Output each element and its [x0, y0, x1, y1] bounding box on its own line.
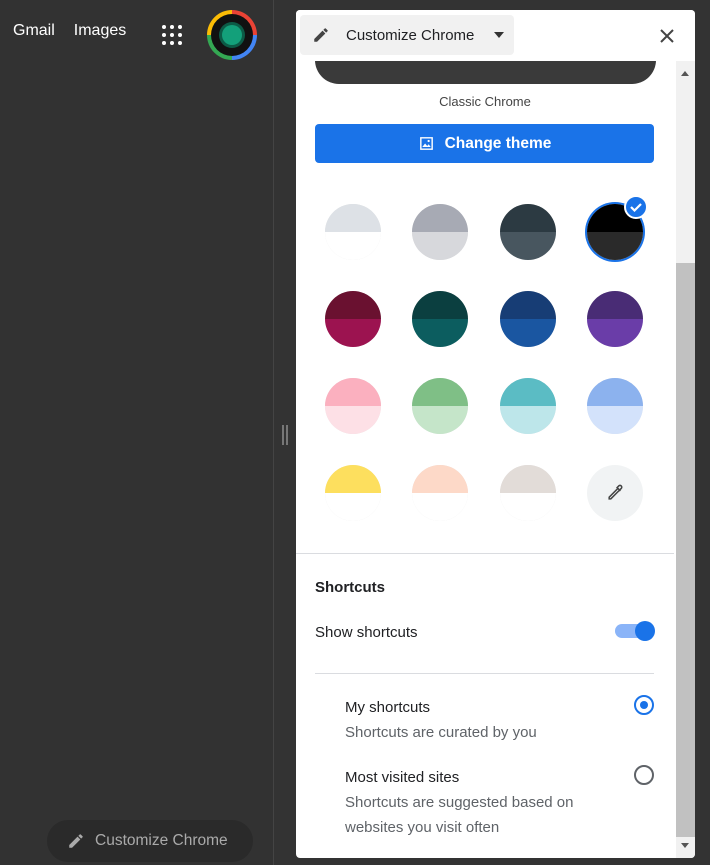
most-visited-radio[interactable]: [634, 765, 654, 785]
panel-divider: [273, 0, 274, 865]
change-theme-label: Change theme: [444, 134, 552, 152]
color-swatch[interactable]: [325, 291, 381, 347]
color-swatch[interactable]: [500, 378, 556, 434]
color-swatch[interactable]: [587, 291, 643, 347]
chevron-down-icon: [494, 32, 504, 38]
theme-image-icon: [419, 137, 433, 150]
show-shortcuts-toggle[interactable]: [615, 621, 655, 641]
color-swatch[interactable]: [325, 204, 381, 260]
shortcuts-heading: Shortcuts: [315, 579, 386, 596]
top-nav: Gmail Images: [13, 22, 145, 40]
eyedropper-icon: [608, 484, 623, 500]
customize-chrome-button[interactable]: Customize Chrome: [47, 820, 253, 862]
most-visited-title: Most visited sites: [345, 769, 460, 786]
color-swatch[interactable]: [500, 204, 556, 260]
color-swatch[interactable]: [500, 465, 556, 521]
my-shortcuts-title: My shortcuts: [345, 699, 431, 716]
color-swatch[interactable]: [412, 204, 468, 260]
scroll-thumb[interactable]: [676, 263, 695, 837]
scroll-up-arrow-icon[interactable]: [681, 71, 689, 76]
pencil-icon: [69, 834, 83, 848]
checkmark-icon: [624, 195, 648, 219]
my-shortcuts-desc: Shortcuts are curated by you: [345, 724, 537, 741]
my-shortcuts-radio[interactable]: [634, 695, 654, 715]
color-swatch[interactable]: [325, 378, 381, 434]
panel-select-dropdown[interactable]: Customize Chrome: [300, 15, 514, 55]
account-avatar[interactable]: [207, 10, 257, 60]
scroll-down-arrow-icon[interactable]: [681, 843, 689, 848]
most-visited-desc: Shortcuts are suggested based on website…: [345, 794, 574, 836]
classic-chrome-label: Classic Chrome: [439, 94, 531, 109]
change-theme-button[interactable]: Change theme: [315, 124, 654, 163]
color-swatch[interactable]: [412, 291, 468, 347]
color-swatch[interactable]: [412, 465, 468, 521]
pencil-icon: [314, 28, 328, 42]
color-swatch[interactable]: [325, 465, 381, 521]
new-tab-page: Gmail Images Customize Chrome: [0, 0, 274, 865]
customize-chrome-label: Customize Chrome: [95, 832, 228, 849]
color-swatch[interactable]: [500, 291, 556, 347]
custom-color-picker[interactable]: [587, 465, 643, 521]
resize-handle-icon[interactable]: [282, 425, 288, 445]
color-swatch[interactable]: [412, 378, 468, 434]
images-link[interactable]: Images: [74, 22, 126, 40]
dropdown-label: Customize Chrome: [346, 26, 475, 44]
panel-scrollbar[interactable]: [676, 61, 695, 858]
close-icon[interactable]: [657, 26, 677, 46]
color-swatch[interactable]: [587, 378, 643, 434]
shortcuts-divider: [315, 673, 654, 674]
panel-header: Customize Chrome: [296, 10, 695, 61]
customize-side-panel: Classic Chrome Change theme Shortcuts Sh…: [296, 10, 695, 858]
gmail-link[interactable]: Gmail: [13, 22, 55, 40]
section-divider: [296, 553, 674, 554]
apps-grid-icon[interactable]: [161, 24, 183, 46]
show-shortcuts-label: Show shortcuts: [315, 624, 418, 641]
